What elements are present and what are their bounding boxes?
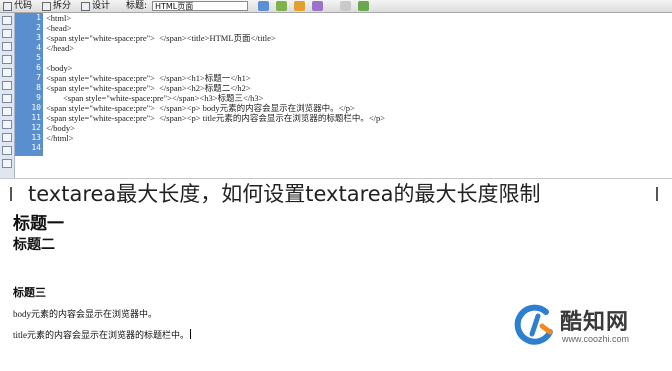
code-line: <span style="white-space:pre"> </span><h… [46, 73, 251, 83]
coozhi-logo-icon [514, 304, 553, 345]
left-bracket-decoration [0, 187, 12, 201]
code-line: <head> [46, 23, 72, 33]
article-title: textarea最大长度，如何设置textarea的最大长度限制 [28, 182, 541, 206]
code-line: </body> [46, 123, 75, 133]
watermark-site-url: www.coozhi.com [562, 334, 630, 344]
expand-all-icon[interactable] [2, 42, 12, 51]
refresh-icon[interactable] [276, 1, 287, 11]
article-title-banner: textarea最大长度，如何设置textarea的最大长度限制 [0, 179, 672, 209]
preview-heading-1: 标题一 [13, 214, 64, 233]
title-label: 标题: [126, 1, 148, 11]
indent-icon[interactable] [2, 159, 12, 168]
document-title-input[interactable]: HTML页面 [152, 1, 248, 11]
line-number: 7 [36, 73, 41, 82]
check-icon[interactable] [358, 1, 369, 11]
line-number: 5 [36, 53, 41, 62]
design-view-label: 设计 [92, 1, 111, 11]
code-line: <span style="white-space:pre"> </span><t… [46, 33, 276, 43]
code-line: <span style="white-space:pre"> </span><p… [46, 103, 355, 113]
code-line: <span style="white-space:pre"> </span><p… [46, 113, 386, 123]
debug-icon[interactable] [312, 1, 323, 11]
code-line: <html> [46, 13, 72, 23]
code-line: <span style="white-space:pre"> </span><h… [46, 83, 251, 93]
code-view-label: 代码 [14, 1, 33, 11]
file-icon[interactable] [294, 1, 305, 11]
watermark: 酷知网 www.coozhi.com [512, 300, 662, 356]
code-line: </head> [46, 43, 74, 53]
open-documents-icon[interactable] [2, 16, 12, 25]
balance-braces-icon[interactable] [2, 68, 12, 77]
coding-toolbar [0, 13, 15, 178]
design-view-icon [81, 1, 90, 11]
comment-icon[interactable] [2, 120, 12, 129]
uncomment-icon[interactable] [2, 133, 12, 142]
line-number: 6 [36, 63, 41, 72]
watermark-site-name: 酷知网 [560, 310, 630, 335]
split-view-button[interactable]: 拆分 [42, 0, 71, 12]
text-caret [190, 329, 191, 339]
line-number: 2 [36, 23, 41, 32]
line-number: 1 [36, 13, 41, 22]
right-bracket-decoration [656, 187, 670, 201]
wrap-tag-icon[interactable] [2, 146, 12, 155]
document-toolbar: 代码 拆分 设计 标题: HTML页面 [0, 0, 672, 13]
line-number: 4 [36, 43, 41, 52]
code-view-button[interactable]: 代码 [3, 0, 32, 12]
line-number-gutter: 1 2 3 4 5 6 7 8 9 10 11 12 13 14 [15, 13, 43, 156]
split-view-icon [42, 1, 51, 11]
options-icon[interactable] [340, 1, 351, 11]
line-number: 12 [31, 123, 41, 132]
preview-paragraph-title: title元素的内容会显示在浏览器的标题栏中。 [13, 330, 189, 340]
split-view-label: 拆分 [53, 1, 72, 11]
code-view-icon [3, 1, 12, 11]
line-number: 11 [31, 113, 41, 122]
browser-preview-icon[interactable] [258, 1, 269, 11]
code-editor-window: 代码 拆分 设计 标题: HTML页面 1 2 3 4 5 6 7 8 9 10… [0, 0, 672, 179]
line-number: 10 [31, 103, 41, 112]
code-line: </html> [46, 133, 74, 143]
line-number: 3 [36, 33, 41, 42]
preview-heading-3: 标题三 [13, 287, 46, 299]
line-number: 8 [36, 83, 41, 92]
highlight-code-icon[interactable] [2, 94, 12, 103]
preview-heading-2: 标题二 [13, 238, 55, 253]
line-number: 9 [36, 93, 41, 102]
collapse-tag-icon[interactable] [2, 29, 12, 38]
code-line: <span style="white-space:pre"></span><h3… [46, 93, 264, 103]
code-line: <body> [46, 63, 73, 73]
select-parent-tag-icon[interactable] [2, 55, 12, 64]
line-number: 13 [31, 133, 41, 142]
design-view-button[interactable]: 设计 [81, 0, 110, 12]
line-number: 14 [31, 143, 41, 152]
syntax-error-icon[interactable] [2, 107, 12, 116]
line-numbers-icon[interactable] [2, 81, 12, 90]
preview-paragraph-body: body元素的内容会显示在浏览器中。 [13, 309, 158, 319]
